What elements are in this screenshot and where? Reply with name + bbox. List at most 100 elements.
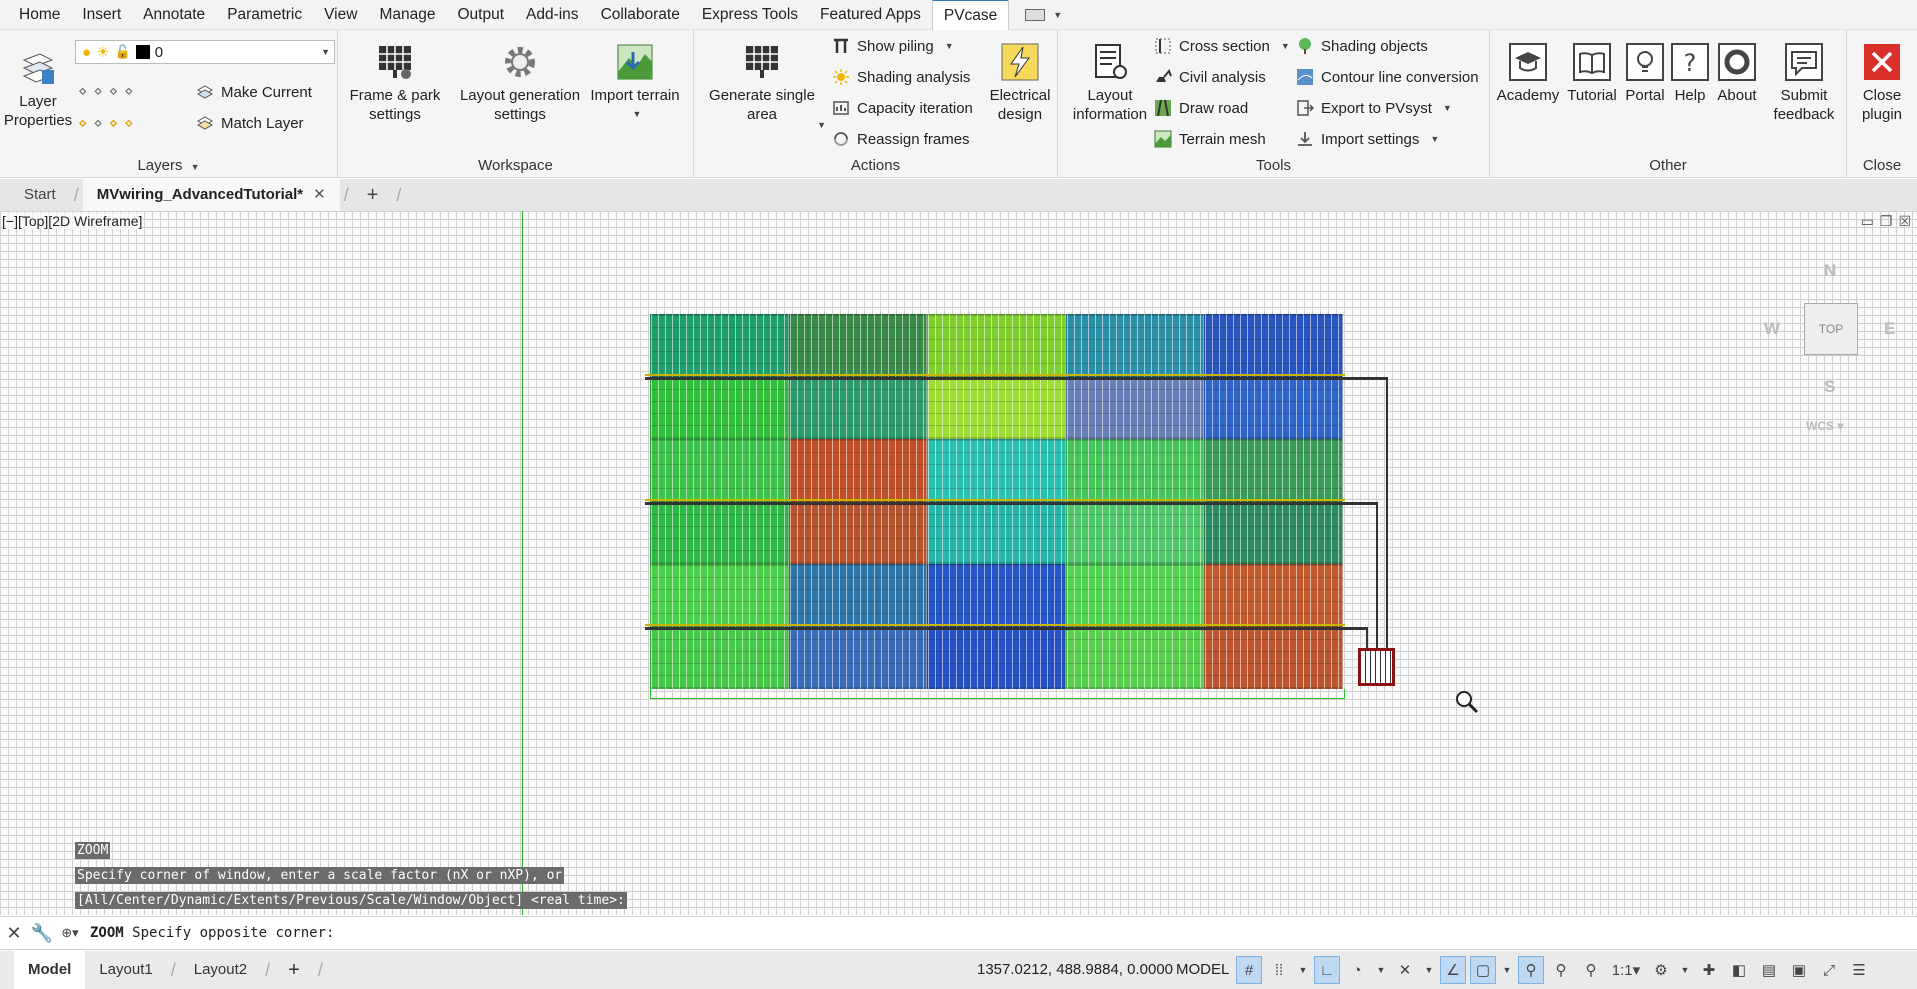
menu-home[interactable]: Home [8,0,71,30]
layer-properties-button[interactable]: Layer Properties [2,48,74,130]
chevron-down-icon[interactable]: ▼ [1500,956,1514,984]
terrain-mesh-button[interactable]: Terrain mesh [1154,127,1266,151]
menu-manage[interactable]: Manage [368,0,446,30]
chevron-down-icon[interactable]: ▼ [1422,956,1436,984]
pv-block-cell[interactable] [650,439,789,502]
pv-block-cell[interactable] [927,564,1066,627]
menu-insert[interactable]: Insert [71,0,132,30]
submit-feedback-button[interactable]: Submit feedback [1764,42,1844,124]
draw-road-button[interactable]: Draw road [1154,96,1248,120]
make-current-button[interactable]: Make Current [196,80,312,104]
object-snap-icon[interactable]: ▢ [1470,956,1496,984]
mv-cable-row-1-line[interactable] [645,377,1387,380]
polar-tracking-icon[interactable]: ◔ [1344,956,1370,984]
menu-view[interactable]: View [313,0,368,30]
pv-block-cell[interactable] [927,314,1066,377]
about-button[interactable]: About [1712,42,1762,105]
import-settings-button[interactable]: Import settings ▼ [1296,127,1439,151]
layer-freeze-icon[interactable]: ⋄ [109,82,118,100]
pv-block-cell[interactable] [1204,626,1343,689]
chevron-down-icon[interactable]: ▼ [1678,956,1692,984]
ortho-mode-icon[interactable]: ∟ [1314,956,1340,984]
auto-scale-icon[interactable]: ⚲ [1548,956,1574,984]
shading-objects-button[interactable]: Shading objects [1296,34,1428,58]
frame-park-settings-button[interactable]: Frame & park settings [340,42,450,124]
compass-south[interactable]: S [1824,377,1835,397]
menu-express-tools[interactable]: Express Tools [691,0,809,30]
command-search-icon[interactable]: ⊕▾ [56,925,84,941]
grid-display-icon[interactable]: # [1236,956,1262,984]
layer-isolate-icon[interactable]: ⋄ [93,82,102,100]
pv-block-cell[interactable] [1065,314,1205,377]
model-space-button[interactable]: MODEL [1176,951,1229,989]
menu-annotate[interactable]: Annotate [132,0,216,30]
layer-off-icon[interactable]: ⋄ [78,82,87,100]
show-piling-button[interactable]: Show piling ▼ [832,34,954,58]
pv-block-cell[interactable] [927,439,1066,502]
mv-cable-row-2[interactable] [645,499,1345,501]
chevron-down-icon[interactable]: ▼ [1296,956,1310,984]
academy-button[interactable]: Academy [1496,42,1560,105]
tab-layout2[interactable]: Layout2 [180,951,261,989]
cross-section-button[interactable]: Cross section ▼ [1154,34,1290,58]
mv-cable-row-3-line[interactable] [645,627,1367,630]
pv-block-cell[interactable] [927,376,1066,439]
civil-analysis-button[interactable]: Civil analysis [1154,65,1266,89]
contour-line-conversion-button[interactable]: Contour line conversion [1296,65,1479,89]
layer-lock-icon[interactable]: ⋄ [124,82,133,100]
shading-analysis-button[interactable]: Shading analysis [832,65,970,89]
annotation-scale-icon[interactable]: ⚲ [1578,956,1604,984]
pv-block-cell[interactable] [1065,376,1205,439]
pv-block-cell[interactable] [1204,376,1343,439]
pv-block-cell[interactable] [650,376,789,439]
ribbon-display-toggle[interactable]: ▼ [1025,8,1062,21]
pv-block-cell[interactable] [1065,439,1205,502]
layer-dropdown[interactable]: ● ☀ 🔓 0 ▼ [75,40,335,64]
electrical-design-button[interactable]: Electrical design [984,42,1056,124]
object-snap-tracking-icon[interactable]: ∠ [1440,956,1466,984]
layer-unlock-icon[interactable]: ⋄ [124,114,133,132]
match-layer-button[interactable]: Match Layer [196,111,304,135]
pv-block-cell[interactable] [1065,501,1205,564]
menu-pvcase[interactable]: PVcase [931,0,1010,30]
menu-collaborate[interactable]: Collaborate [590,0,691,30]
pv-block-cell[interactable] [788,439,928,502]
tab-start[interactable]: Start [10,179,70,211]
pv-block-cell[interactable] [927,501,1066,564]
coordinate-readout[interactable]: 1357.0212, 488.9884, 0.0000 [977,951,1173,989]
hardware-acceleration-icon[interactable]: ▤ [1756,956,1782,984]
mv-cable-riser-3[interactable] [1366,627,1368,649]
compass-north[interactable]: N [1824,261,1836,281]
gear-icon[interactable]: ⚙ [1648,956,1674,984]
pv-block-cell[interactable] [650,314,789,377]
generate-single-area-button[interactable]: Generate single area ▼ [704,42,826,130]
compass-west[interactable]: W [1764,319,1780,339]
mv-cable-row-1[interactable] [645,374,1345,376]
close-plugin-button[interactable]: Close plugin [1851,42,1913,124]
pv-block-cell[interactable] [788,626,928,689]
add-layout-button[interactable]: + [274,951,314,989]
reassign-frames-button[interactable]: Reassign frames [832,127,970,151]
pv-block-cell[interactable] [1204,314,1343,377]
drawing-viewport[interactable]: [−][Top][2D Wireframe] ▭ ❐ ☒ N W E S TOP… [0,211,1917,915]
export-pvsyst-button[interactable]: Export to PVsyst ▼ [1296,96,1452,120]
mv-cable-row-2-line[interactable] [645,502,1377,505]
clean-screen-icon[interactable]: ▣ [1786,956,1812,984]
viewport-controls-label[interactable]: [−][Top][2D Wireframe] [2,213,143,229]
pv-block-cell[interactable] [1204,439,1343,502]
pv-block-cell[interactable] [650,501,789,564]
tab-layout1[interactable]: Layout1 [85,951,166,989]
menu-parametric[interactable]: Parametric [216,0,313,30]
minimize-icon[interactable]: ▭ [1861,213,1874,230]
layer-on-icon[interactable]: ⋄ [78,114,87,132]
close-icon[interactable]: ✕ [0,923,28,944]
layout-information-button[interactable]: Layout information [1062,42,1158,124]
layer-unisolate-icon[interactable]: ⋄ [93,114,102,132]
menu-featured-apps[interactable]: Featured Apps [809,0,932,30]
menu-output[interactable]: Output [446,0,515,30]
menu-add-ins[interactable]: Add-ins [515,0,590,30]
pv-block-cell[interactable] [927,626,1066,689]
pv-block-cell[interactable] [650,564,789,627]
mv-cable-riser-2[interactable] [1376,502,1378,649]
command-input[interactable] [340,919,1917,947]
